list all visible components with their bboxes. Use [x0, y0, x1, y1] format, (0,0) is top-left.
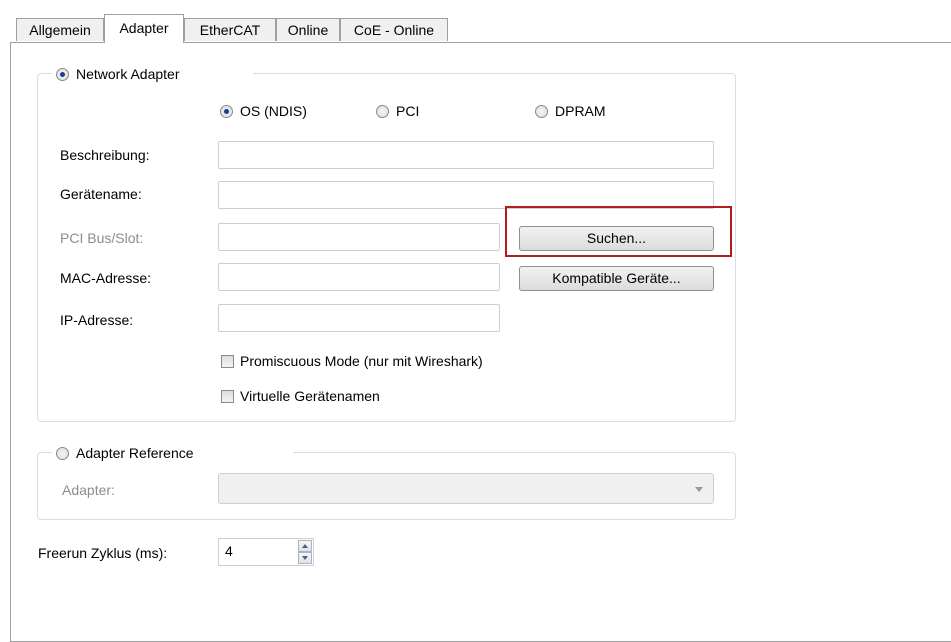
radio-pci[interactable]: PCI [376, 101, 419, 121]
ip-adresse-label: IP-Adresse: [60, 312, 134, 328]
radio-dpram-label: DPRAM [555, 103, 606, 119]
freerun-value: 4 [225, 543, 233, 559]
tab-allgemein[interactable]: Allgemein [16, 18, 104, 41]
tab-coe-online[interactable]: CoE - Online [340, 18, 448, 41]
beschreibung-field[interactable] [218, 141, 714, 169]
tab-adapter[interactable]: Adapter [104, 14, 184, 43]
chevron-down-icon [695, 487, 703, 492]
virtual-names-checkbox[interactable]: Virtuelle Gerätenamen [221, 386, 380, 406]
ip-adresse-field[interactable] [218, 304, 500, 332]
pci-bus-slot-label: PCI Bus/Slot: [60, 230, 144, 246]
beschreibung-label: Beschreibung: [60, 147, 150, 163]
highlight-annotation [505, 206, 732, 257]
mac-adresse-field[interactable] [218, 263, 500, 291]
promiscuous-label: Promiscuous Mode (nur mit Wireshark) [240, 353, 483, 369]
radio-icon [56, 446, 69, 460]
freerun-stepper[interactable]: 4 [218, 538, 314, 566]
adapter-label: Adapter: [62, 482, 115, 498]
tab-ethercat[interactable]: EtherCAT [184, 18, 276, 41]
radio-dpram[interactable]: DPRAM [535, 101, 606, 121]
virtual-names-label: Virtuelle Gerätenamen [240, 388, 380, 404]
adapter-select[interactable] [218, 473, 714, 504]
network-adapter-label: Network Adapter [76, 66, 180, 82]
pci-bus-slot-field[interactable] [218, 223, 500, 251]
adapter-reference-label: Adapter Reference [76, 445, 194, 461]
freerun-spin-buttons [298, 540, 312, 564]
radio-icon [56, 67, 69, 81]
radio-pci-label: PCI [396, 103, 420, 119]
spin-down-icon[interactable] [298, 552, 312, 564]
freerun-label: Freerun Zyklus (ms): [38, 545, 168, 561]
mac-adresse-label: MAC-Adresse: [60, 270, 152, 286]
geraetename-label: Gerätename: [60, 186, 142, 202]
spin-up-icon[interactable] [298, 540, 312, 552]
geraetename-field[interactable] [218, 181, 714, 209]
radio-icon [376, 104, 389, 118]
tab-online[interactable]: Online [276, 18, 340, 41]
promiscuous-checkbox[interactable]: Promiscuous Mode (nur mit Wireshark) [221, 351, 483, 371]
checkbox-icon [221, 389, 234, 403]
adapter-reference-radio[interactable]: Adapter Reference [52, 443, 293, 463]
kompatible-geraete-button[interactable]: Kompatible Geräte... [519, 266, 714, 291]
radio-os-ndis-label: OS (NDIS) [240, 103, 307, 119]
checkbox-icon [221, 354, 234, 368]
radio-os-ndis[interactable]: OS (NDIS) [220, 101, 307, 121]
network-adapter-radio[interactable]: Network Adapter [52, 64, 253, 84]
radio-icon [220, 104, 233, 118]
radio-icon [535, 104, 548, 118]
